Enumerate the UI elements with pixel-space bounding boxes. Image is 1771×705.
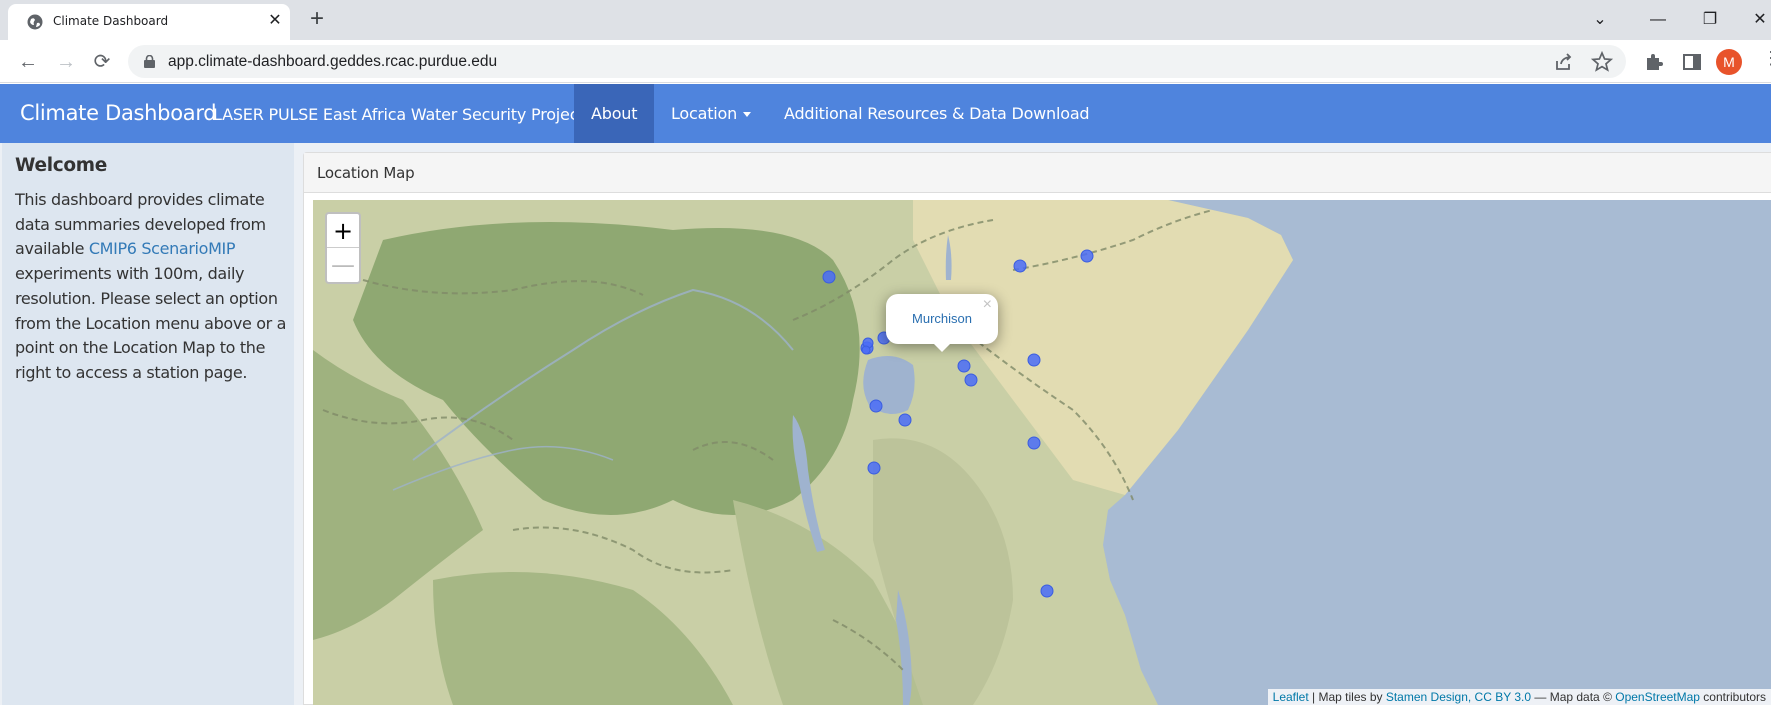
tab-close-icon[interactable]: ✕ [264,10,286,32]
zoom-in-button[interactable]: + [327,214,359,248]
welcome-heading: Welcome [15,155,108,176]
nav-resources-label: Additional Resources & Data Download [784,104,1090,123]
browser-tabstrip: Climate Dashboard ✕ + ⌄ — ❐ ✕ [0,0,1771,40]
stamen-link[interactable]: Stamen Design, CC BY 3.0 [1386,690,1531,704]
panel-title: Location Map [317,164,415,182]
popup-tip [932,342,952,352]
lock-icon [144,55,155,68]
attribution-text-3: contributors [1699,690,1766,704]
caret-down-icon [743,112,752,117]
popup-close-icon[interactable]: × [983,296,992,314]
tab-search-chevron-icon[interactable]: ⌄ [1580,6,1620,34]
map-attribution: Leaflet | Map tiles by Stamen Design, CC… [1267,689,1771,705]
browser-menu-icon[interactable]: ⋮ [1762,48,1771,69]
attribution-text-1: | Map tiles by [1308,690,1386,704]
nav-about[interactable]: About [574,84,655,143]
cmip6-link[interactable]: CMIP6 ScenarioMIP [89,239,236,258]
browser-tab[interactable]: Climate Dashboard ✕ [8,4,290,40]
extensions-puzzle-icon[interactable] [1642,50,1666,74]
nav-location-label: Location [671,104,738,123]
window-close-button[interactable]: ✕ [1740,6,1771,34]
nav-about-label: About [591,104,638,123]
minimize-button[interactable]: — [1638,6,1678,34]
popup-station-link[interactable]: Murchison [886,311,998,326]
zoom-control: + — [325,212,361,284]
new-tab-button[interactable]: + [303,6,331,34]
project-subtitle: LASER PULSE East Africa Water Security P… [213,105,585,124]
reload-icon[interactable]: ⟳ [88,48,116,76]
restore-button[interactable]: ❐ [1690,6,1730,34]
address-bar[interactable]: app.climate-dashboard.geddes.rcac.purdue… [128,45,1626,78]
url-text: app.climate-dashboard.geddes.rcac.purdue… [168,53,498,70]
forward-arrow-icon[interactable]: → [52,48,80,76]
back-arrow-icon[interactable]: ← [14,48,42,76]
app-navbar: Climate Dashboard LASER PULSE East Afric… [0,84,1771,143]
panel-header: Location Map [304,153,1771,193]
bookmark-star-icon[interactable] [1590,50,1614,74]
share-icon[interactable] [1552,50,1576,74]
nav-location-dropdown[interactable]: Location [654,84,768,143]
brand-title[interactable]: Climate Dashboard [20,101,217,125]
welcome-sidebar: Welcome This dashboard provides climate … [2,143,294,705]
welcome-text: This dashboard provides climate data sum… [15,188,287,386]
tab-title: Climate Dashboard [53,14,169,28]
map-tiles [313,200,1771,705]
welcome-text-part2: experiments with 100m, daily resolution.… [15,264,287,382]
nav-additional-resources[interactable]: Additional Resources & Data Download [767,84,1106,143]
side-panel-icon[interactable] [1680,50,1704,74]
profile-avatar[interactable]: M [1716,49,1742,75]
zoom-out-button[interactable]: — [327,248,359,282]
globe-icon [27,14,43,30]
leaflet-map[interactable]: + — Murchison × Leaflet | Map tiles by S… [313,200,1771,705]
leaflet-link[interactable]: Leaflet [1273,690,1309,704]
browser-toolbar: ← → ⟳ app.climate-dashboard.geddes.rcac.… [0,40,1771,83]
attribution-text-2: — Map data © [1531,690,1616,704]
osm-link[interactable]: OpenStreetMap [1615,690,1700,704]
station-popup: Murchison × [886,294,998,352]
